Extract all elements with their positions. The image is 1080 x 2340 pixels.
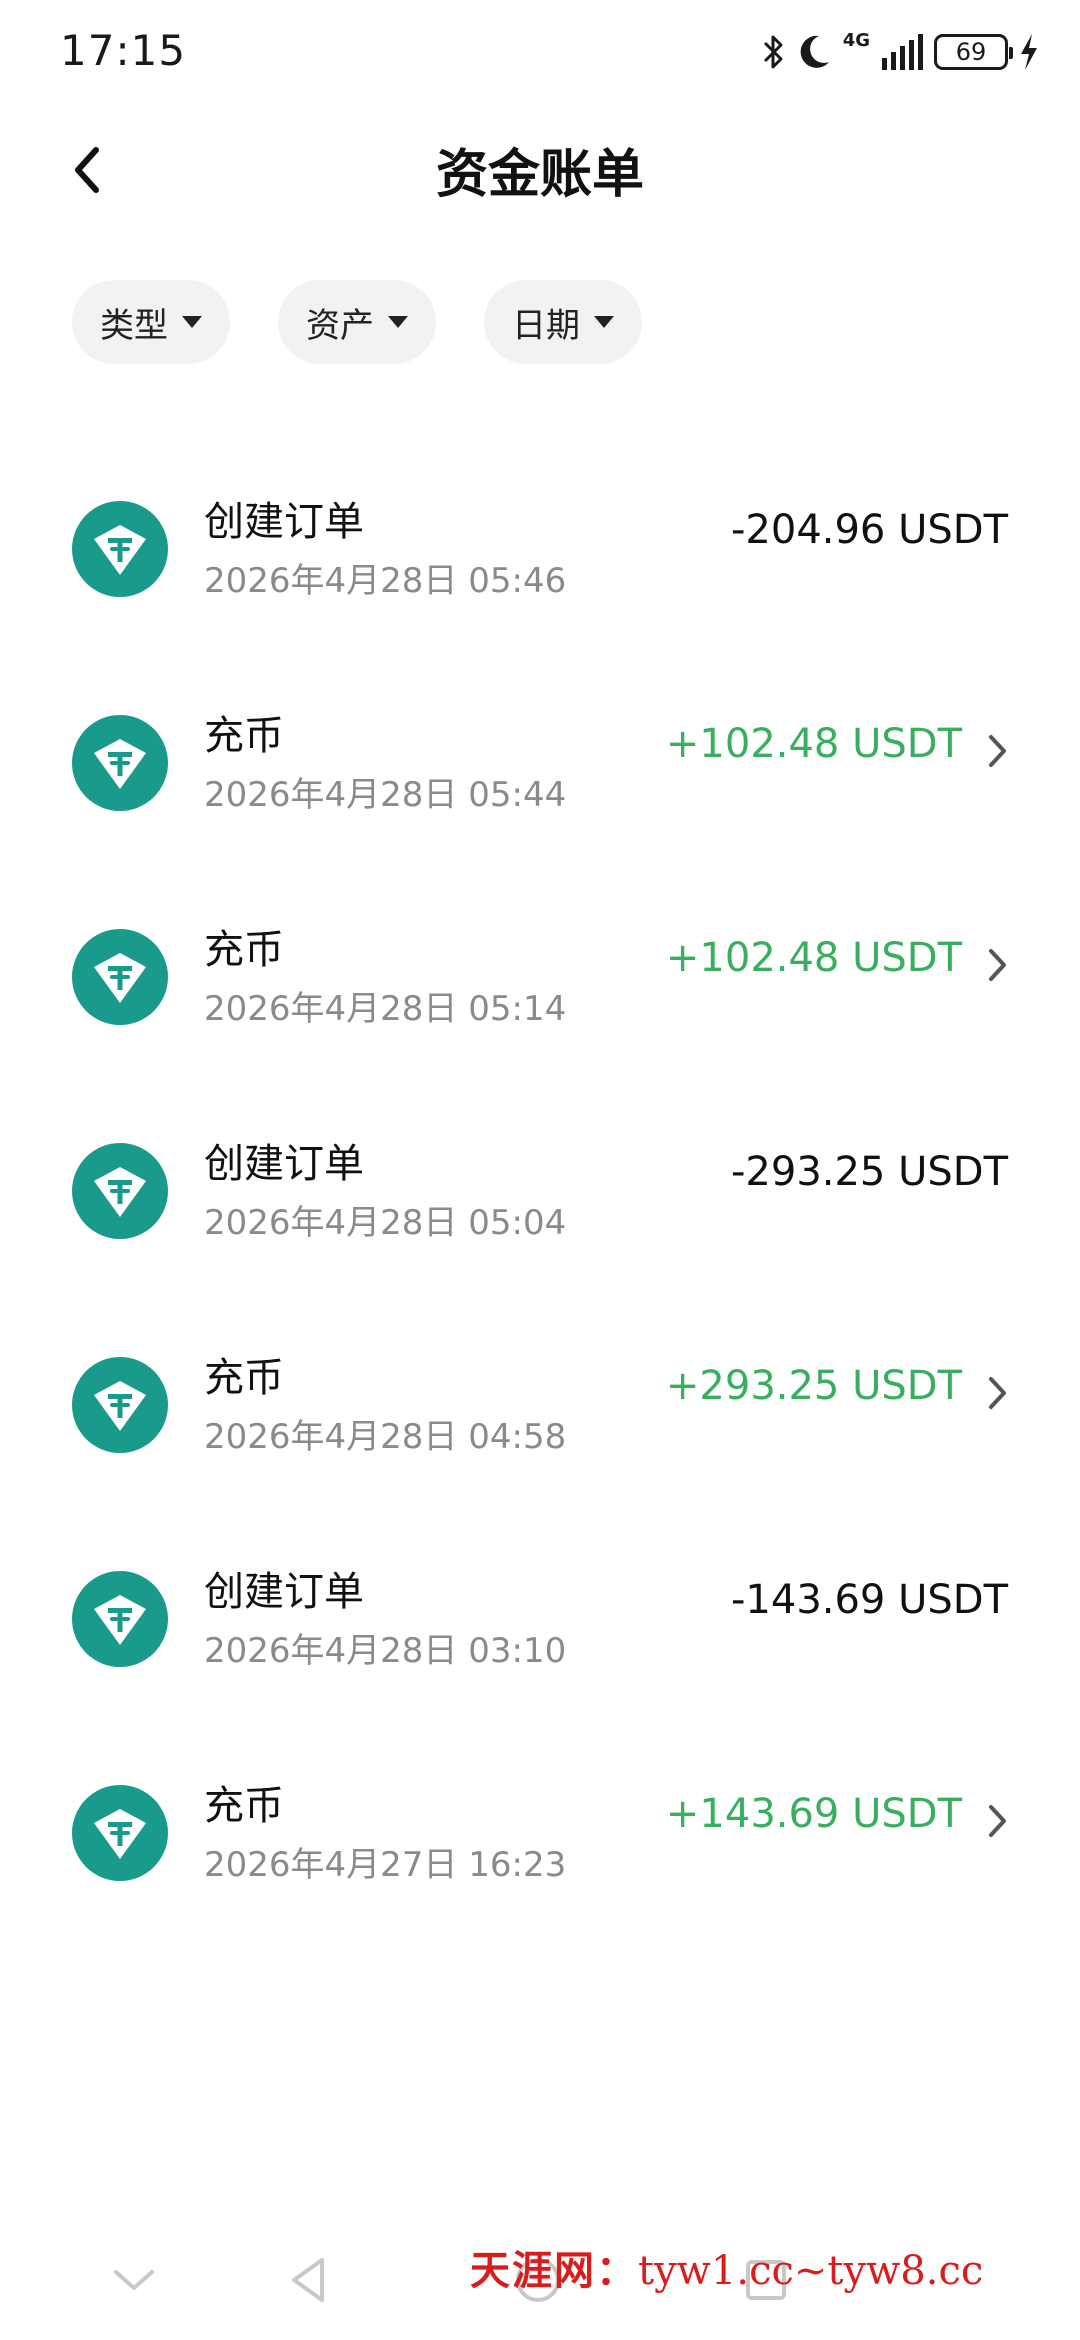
transaction-row[interactable]: 充币 2026年4月28日 05:14 +102.48 USDT (0, 917, 1080, 1131)
transaction-row[interactable]: 创建订单 2026年4月28日 03:10 -143.69 USDT (0, 1559, 1080, 1773)
filter-label: 资产 (306, 305, 374, 346)
transaction-row[interactable]: 创建订单 2026年4月28日 05:04 -293.25 USDT (0, 1131, 1080, 1345)
tether-usdt-icon (72, 1571, 168, 1667)
tether-usdt-icon (72, 1785, 168, 1881)
transaction-title: 创建订单 (204, 1569, 364, 1615)
bluetooth-icon (763, 35, 783, 69)
transaction-row[interactable]: 充币 2026年4月28日 04:58 +293.25 USDT (0, 1345, 1080, 1559)
tether-usdt-icon (72, 929, 168, 1025)
tether-usdt-icon (72, 1357, 168, 1453)
filter-date[interactable]: 日期 (484, 280, 642, 364)
transaction-amount: +293.25 USDT (665, 1363, 962, 1409)
transaction-amount: +102.48 USDT (665, 721, 962, 767)
watermark: 天涯网：tyw1.cc~tyw8.cc (470, 2238, 983, 2296)
back-triangle-icon[interactable] (280, 2250, 340, 2310)
transaction-row[interactable]: 充币 2026年4月28日 05:44 +102.48 USDT (0, 703, 1080, 917)
battery-level: 69 (955, 38, 987, 66)
transaction-title: 充币 (204, 927, 284, 973)
tether-usdt-icon (72, 1143, 168, 1239)
caret-down-icon (594, 316, 614, 328)
caret-down-icon (388, 316, 408, 328)
chevron-right-icon[interactable] (986, 1373, 1010, 1413)
moon-icon (800, 35, 829, 68)
filter-label: 日期 (512, 305, 580, 346)
caret-down-icon (182, 316, 202, 328)
chevron-right-icon[interactable] (986, 1801, 1010, 1841)
transaction-row[interactable]: 创建订单 2026年4月28日 05:46 -204.96 USDT (0, 489, 1080, 703)
transaction-time: 2026年4月28日 05:14 (204, 989, 567, 1029)
tether-usdt-icon (72, 715, 168, 811)
transaction-row[interactable]: 充币2026年4月28日 08:46+219.94 USDT (0, 400, 1080, 489)
tether-usdt-icon (72, 501, 168, 597)
filter-asset[interactable]: 资产 (278, 280, 436, 364)
filter-label: 类型 (100, 305, 168, 346)
watermark-url: tyw1.cc~tyw8.cc (638, 2248, 984, 2294)
status-bar: 17:15 4G 69 (0, 0, 1080, 100)
transaction-time: 2026年4月28日 04:58 (204, 1417, 567, 1457)
transaction-amount: -143.69 USDT (730, 1577, 1008, 1623)
transaction-time: 2026年4月27日 16:23 (204, 1845, 567, 1885)
transaction-title: 充币 (204, 1355, 284, 1401)
transaction-title: 充币 (204, 1783, 284, 1829)
chevron-down-icon[interactable] (104, 2250, 164, 2310)
transaction-amount: -293.25 USDT (730, 1149, 1008, 1195)
transaction-time: 2026年4月28日 05:46 (204, 561, 567, 601)
transaction-row[interactable]: 充币 2026年4月27日 16:23 +143.69 USDT (0, 1773, 1080, 1987)
chevron-right-icon[interactable] (986, 945, 1010, 985)
transaction-amount: +102.48 USDT (665, 935, 962, 981)
charging-icon (1021, 34, 1037, 70)
status-time: 17:15 (60, 26, 187, 75)
network-label: 4G (842, 30, 870, 51)
watermark-cn: 天涯网： (470, 2247, 638, 2294)
chevron-right-icon[interactable] (986, 731, 1010, 771)
transaction-title: 创建订单 (204, 1141, 364, 1187)
transaction-title: 创建订单 (204, 499, 364, 545)
transaction-time: 2026年4月28日 05:04 (204, 1203, 567, 1243)
battery-indicator: 69 (934, 34, 1013, 70)
transaction-time: 2026年4月28日 05:44 (204, 775, 567, 815)
header: 资金账单 (0, 110, 1080, 230)
filter-bar: 类型 资产 日期 (72, 280, 642, 364)
transaction-amount: +143.69 USDT (665, 1791, 962, 1837)
transaction-time: 2026年4月28日 03:10 (204, 1631, 567, 1671)
filter-type[interactable]: 类型 (72, 280, 230, 364)
status-icons: 4G 69 (761, 30, 1040, 74)
transaction-title: 充币 (204, 713, 284, 759)
signal-icon (882, 34, 923, 70)
transaction-list[interactable]: 充币2026年4月28日 08:46+219.94 USDT 创建订单 2026年… (0, 400, 1080, 2100)
page-title: 资金账单 (435, 145, 644, 205)
transaction-amount: -204.96 USDT (730, 507, 1008, 553)
